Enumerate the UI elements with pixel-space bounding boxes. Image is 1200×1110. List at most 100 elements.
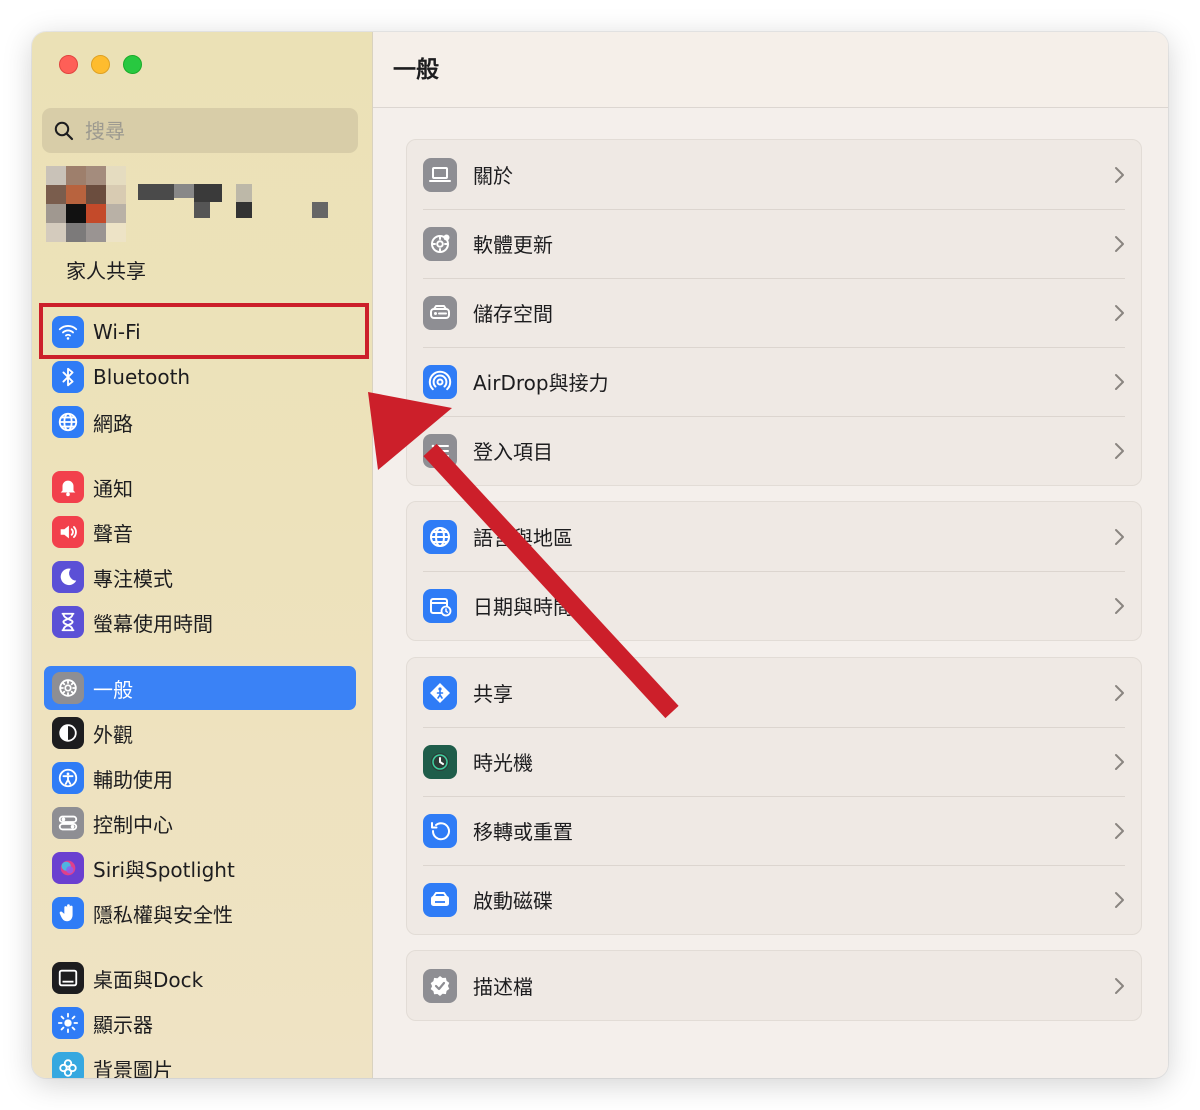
settings-row-label: 軟體更新 bbox=[473, 233, 553, 257]
settings-row-label: 登入項目 bbox=[473, 440, 553, 464]
drive-icon bbox=[430, 304, 450, 319]
sidebar-item-label: Siri與Spotlight bbox=[93, 857, 235, 882]
sidebar-item-network[interactable]: 網路 bbox=[44, 400, 356, 444]
settings-row-about[interactable]: 關於 bbox=[407, 140, 1141, 209]
chevron-right-icon bbox=[1115, 822, 1124, 839]
settings-row-date-time[interactable]: 日期與時間 bbox=[407, 571, 1141, 640]
settings-row-label: 時光機 bbox=[473, 751, 533, 775]
sharing-icon bbox=[430, 682, 450, 703]
calendar-clock-icon-tile bbox=[423, 588, 457, 623]
search-input[interactable] bbox=[85, 118, 325, 143]
close-button[interactable] bbox=[59, 55, 78, 74]
hourglass-icon-tile bbox=[52, 606, 84, 638]
settings-row-login-items[interactable]: 登入項目 bbox=[407, 416, 1141, 485]
bluetooth-icon-tile bbox=[52, 361, 84, 393]
settings-row-startup-disk[interactable]: 啟動磁碟 bbox=[407, 865, 1141, 934]
appearance-icon-tile bbox=[52, 717, 84, 749]
sidebar-item-accessibility[interactable]: 輔助使用 bbox=[44, 756, 356, 800]
flower-icon bbox=[59, 1059, 77, 1077]
sidebar-item-label: Wi-Fi bbox=[93, 320, 141, 344]
sidebar-item-focus[interactable]: 專注模式 bbox=[44, 555, 356, 599]
moon-icon-tile bbox=[52, 561, 84, 593]
chevron-right-icon bbox=[1115, 304, 1124, 321]
sidebar-item-label: 桌面與Dock bbox=[93, 967, 204, 992]
settings-row-label: AirDrop與接力 bbox=[473, 371, 609, 395]
settings-row-software-update[interactable]: 軟體更新 bbox=[407, 209, 1141, 278]
sidebar-item-wifi[interactable]: Wi-Fi bbox=[44, 310, 356, 354]
sidebar-item-general[interactable]: 一般 bbox=[44, 666, 356, 710]
sidebar-item-bluetooth[interactable]: Bluetooth bbox=[44, 355, 356, 399]
sidebar: 家人共享 Wi-Fi Bluetooth 網路通知聲音專注模式螢幕使用時間一般外觀輔… bbox=[32, 32, 373, 1078]
sidebar-item-label: 網路 bbox=[93, 411, 133, 436]
search-icon bbox=[54, 121, 74, 140]
sidebar-item-siri[interactable]: Siri與Spotlight bbox=[44, 846, 356, 890]
bluetooth-icon bbox=[62, 367, 74, 387]
chevron-right-icon bbox=[1115, 442, 1124, 459]
list-icon bbox=[431, 444, 449, 457]
chevron-right-icon bbox=[1115, 166, 1124, 183]
reset-icon bbox=[431, 821, 450, 840]
time-machine-icon-tile bbox=[423, 744, 457, 779]
sun-icon-tile bbox=[52, 1007, 84, 1039]
settings-row-sharing[interactable]: 共享 bbox=[407, 658, 1141, 727]
main-pane: 一般 關於 軟體更新 儲存空間 AirDrop與接力 登入項目 語言與地區 日期與時間 共享時… bbox=[373, 32, 1168, 1078]
appearance-icon bbox=[59, 724, 77, 742]
zoom-button[interactable] bbox=[123, 55, 142, 74]
settings-row-profiles[interactable]: 描述檔 bbox=[407, 951, 1141, 1020]
disk-icon-tile bbox=[423, 882, 457, 917]
speaker-icon-tile bbox=[52, 516, 84, 548]
dock-icon bbox=[58, 969, 78, 987]
settings-row-label: 語言與地區 bbox=[473, 526, 573, 550]
account-name-redacted bbox=[138, 184, 338, 224]
settings-group: 共享時光機移轉或重置啟動磁碟 bbox=[406, 657, 1142, 935]
minimize-button[interactable] bbox=[91, 55, 110, 74]
siri-icon-tile bbox=[52, 852, 84, 884]
gear-badge-icon bbox=[431, 234, 450, 253]
sidebar-item-label: 通知 bbox=[93, 476, 133, 501]
family-sharing-label[interactable]: 家人共享 bbox=[66, 255, 146, 284]
sidebar-item-label: 聲音 bbox=[93, 521, 133, 546]
chevron-right-icon bbox=[1115, 684, 1124, 701]
chevron-right-icon bbox=[1115, 373, 1124, 390]
settings-row-storage[interactable]: 儲存空間 bbox=[407, 278, 1141, 347]
settings-row-language-region[interactable]: 語言與地區 bbox=[407, 502, 1141, 571]
settings-row-time-machine[interactable]: 時光機 bbox=[407, 727, 1141, 796]
chevron-right-icon bbox=[1115, 528, 1124, 545]
sidebar-item-label: 輔助使用 bbox=[93, 767, 173, 792]
wifi-icon-tile bbox=[52, 316, 84, 348]
wifi-icon bbox=[58, 325, 78, 340]
sidebar-item-label: 隱私權與安全性 bbox=[93, 902, 233, 927]
settings-row-label: 儲存空間 bbox=[473, 302, 553, 326]
sidebar-item-appearance[interactable]: 外觀 bbox=[44, 711, 356, 755]
sidebar-item-sound[interactable]: 聲音 bbox=[44, 510, 356, 554]
toggles-icon-tile bbox=[52, 807, 84, 839]
laptop-icon-tile bbox=[423, 157, 457, 192]
list-icon-tile bbox=[423, 433, 457, 468]
sidebar-item-screen-time[interactable]: 螢幕使用時間 bbox=[44, 600, 356, 644]
account-header[interactable]: 家人共享 bbox=[46, 166, 346, 286]
settings-row-airdrop[interactable]: AirDrop與接力 bbox=[407, 347, 1141, 416]
sidebar-item-displays[interactable]: 顯示器 bbox=[44, 1001, 356, 1045]
hand-icon-tile bbox=[52, 897, 84, 929]
chevron-right-icon bbox=[1115, 235, 1124, 252]
hourglass-icon bbox=[61, 612, 75, 632]
sidebar-item-privacy[interactable]: 隱私權與安全性 bbox=[44, 891, 356, 935]
checkmark-badge-icon bbox=[430, 975, 450, 996]
traffic-lights bbox=[59, 55, 142, 74]
settings-row-transfer-reset[interactable]: 移轉或重置 bbox=[407, 796, 1141, 865]
sidebar-item-control-center[interactable]: 控制中心 bbox=[44, 801, 356, 845]
settings-row-label: 啟動磁碟 bbox=[473, 889, 553, 913]
chevron-right-icon bbox=[1115, 597, 1124, 614]
hand-icon bbox=[59, 904, 73, 922]
sidebar-item-notifications[interactable]: 通知 bbox=[44, 465, 356, 509]
accessibility-icon-tile bbox=[52, 762, 84, 794]
accessibility-icon bbox=[58, 768, 78, 788]
drive-icon-tile bbox=[423, 295, 457, 330]
search-field[interactable] bbox=[42, 108, 358, 153]
sidebar-item-wallpaper[interactable]: 背景圖片 bbox=[44, 1046, 356, 1078]
laptop-icon bbox=[429, 166, 451, 182]
bell-icon-tile bbox=[52, 471, 84, 503]
settings-row-label: 移轉或重置 bbox=[473, 820, 573, 844]
chevron-right-icon bbox=[1115, 753, 1124, 770]
sidebar-item-desktop-dock[interactable]: 桌面與Dock bbox=[44, 956, 356, 1000]
